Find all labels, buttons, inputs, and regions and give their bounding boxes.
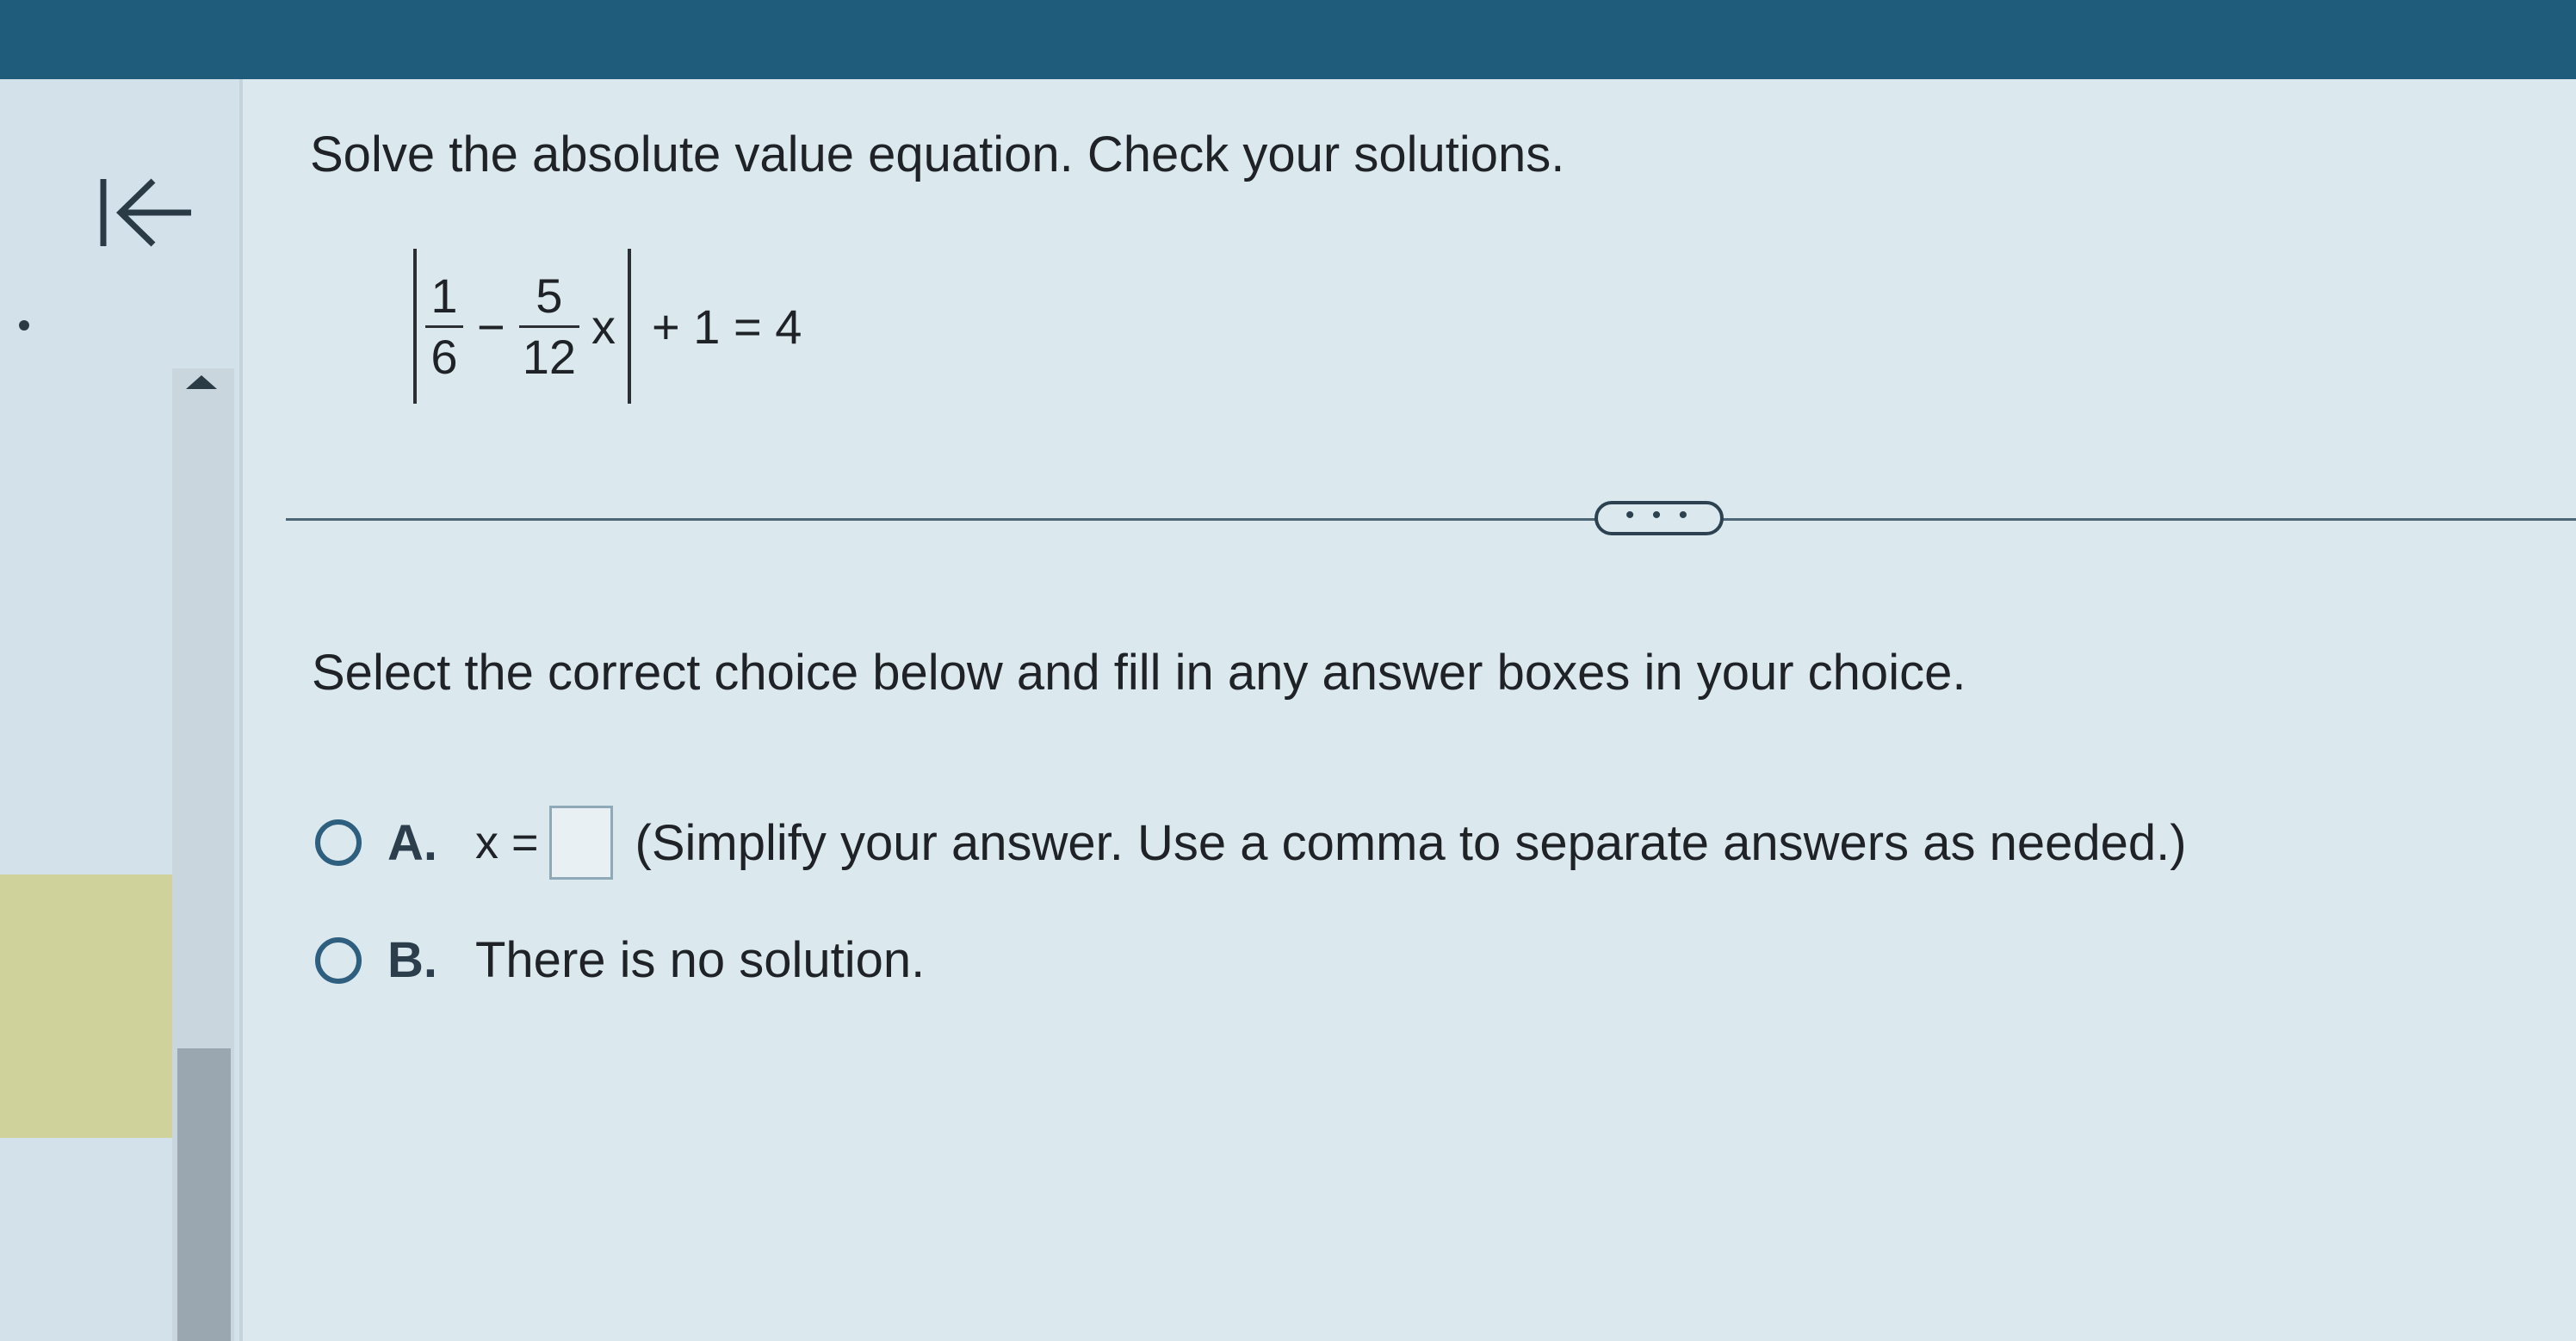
back-to-start-button[interactable]: [90, 164, 201, 258]
back-to-start-arrow-icon: [100, 178, 191, 247]
bullet-dot: [19, 320, 29, 331]
fraction-five-twelfths: 5 12: [518, 267, 579, 386]
equation-right-side: + 1 = 4: [652, 299, 802, 354]
radio-button-a[interactable]: [315, 819, 362, 866]
fraction-numerator: 5: [536, 268, 563, 323]
fraction-denominator: 6: [430, 329, 458, 384]
variable-x: x: [591, 299, 616, 354]
minus-sign: −: [477, 299, 505, 354]
choice-b[interactable]: B. There is no solution.: [315, 931, 925, 989]
choice-a[interactable]: A. x = (Simplify your answer. Use a comm…: [315, 806, 2187, 880]
choice-letter: A.: [387, 814, 437, 871]
section-divider: [286, 518, 2576, 521]
question-prompt: Solve the absolute value equation. Check…: [310, 127, 1565, 182]
choice-a-hint: (Simplify your answer. Use a comma to se…: [635, 814, 2187, 871]
choice-letter: B.: [387, 932, 437, 988]
triangle-up-icon[interactable]: [186, 375, 217, 389]
radio-button-b[interactable]: [315, 936, 362, 984]
sidebar-highlight: [0, 874, 172, 1138]
fraction-one-sixth: 1 6: [425, 267, 463, 386]
more-options-button[interactable]: • • •: [1595, 501, 1724, 535]
fraction-denominator: 12: [522, 329, 576, 384]
answer-prefix: x =: [475, 817, 539, 868]
scrollbar-thumb[interactable]: [177, 1048, 231, 1341]
absolute-bar-right: [628, 249, 631, 404]
fraction-numerator: 1: [430, 268, 458, 323]
answer-input-box[interactable]: [548, 806, 613, 880]
absolute-value-equation: 1 6 − 5 12 x + 1 = 4: [413, 244, 802, 408]
instruction-text: Select the correct choice below and fill…: [312, 645, 1966, 701]
choice-b-text: There is no solution.: [475, 932, 926, 988]
top-bar: [0, 0, 2576, 79]
absolute-bar-left: [413, 249, 417, 404]
